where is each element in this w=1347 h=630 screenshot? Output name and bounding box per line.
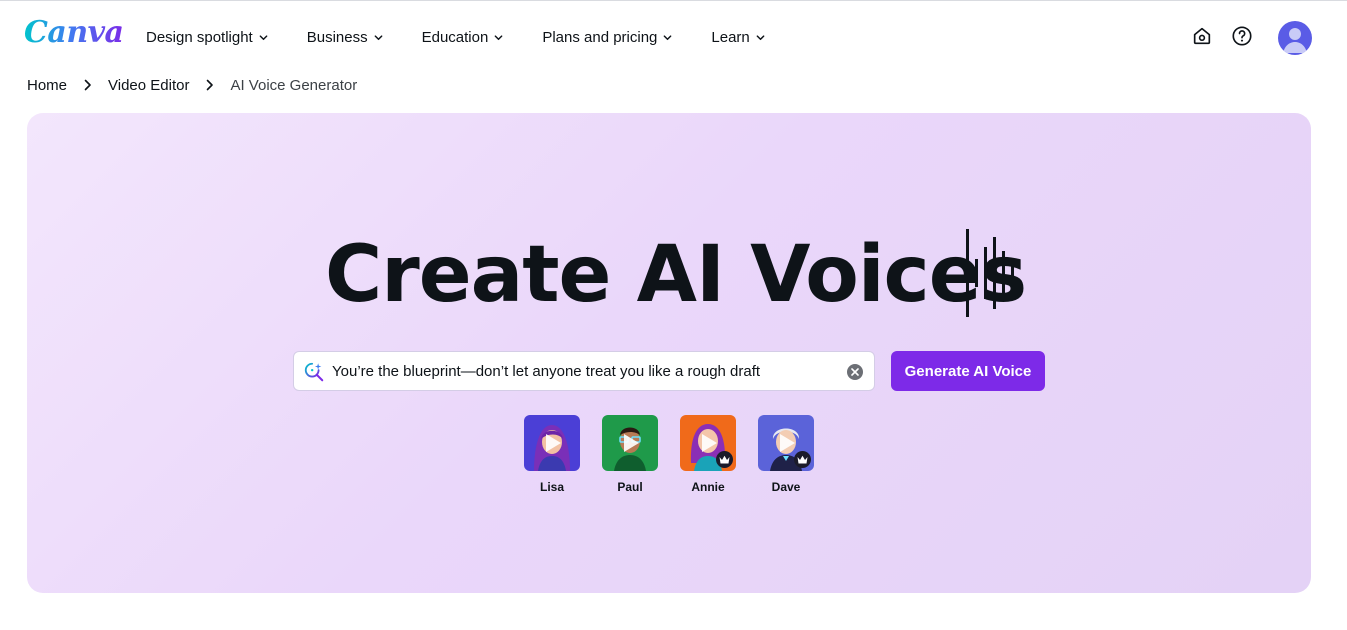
breadcrumb-current: AI Voice Generator <box>230 76 358 94</box>
sparkle-search-icon <box>304 362 324 382</box>
hero-section: Create AI Voices Generate AI Voice <box>27 113 1311 593</box>
chevron-down-icon <box>756 34 765 40</box>
play-icon <box>546 434 561 452</box>
nav-plans-and-pricing[interactable]: Plans and pricing <box>534 23 680 51</box>
premium-crown-icon <box>794 451 811 468</box>
chevron-down-icon <box>664 34 672 40</box>
play-icon <box>624 434 639 452</box>
hero-title: Create AI Voices <box>325 230 1027 320</box>
voice-name: Annie <box>691 480 725 494</box>
sound-wave-icon <box>966 229 1014 317</box>
nav-design-spotlight[interactable]: Design spotlight <box>138 23 276 51</box>
breadcrumb-video-editor[interactable]: Video Editor <box>108 77 189 94</box>
voice-thumbnail <box>680 415 736 471</box>
chevron-right-icon <box>207 79 214 91</box>
nav-label: Design spotlight <box>146 28 253 46</box>
canva-logo[interactable]: Canva <box>24 15 124 55</box>
voice-thumbnail <box>524 415 580 471</box>
premium-crown-icon <box>716 451 733 468</box>
voice-name: Paul <box>617 480 643 494</box>
user-icon <box>1283 28 1307 53</box>
nav-learn[interactable]: Learn <box>703 23 772 51</box>
nav-business[interactable]: Business <box>299 23 391 51</box>
chevron-down-icon <box>494 34 503 40</box>
voice-text-field <box>293 351 875 391</box>
voice-text-input[interactable] <box>332 360 832 382</box>
breadcrumb-home[interactable]: Home <box>27 77 67 94</box>
chevron-right-icon <box>84 79 91 91</box>
nav-label: Business <box>306 28 368 46</box>
voice-thumbnail <box>758 415 814 471</box>
breadcrumb: Home Video Editor AI Voice Generator <box>27 75 357 95</box>
play-icon <box>780 434 795 452</box>
chevron-down-icon <box>374 34 382 40</box>
voice-option-dave[interactable]: Dave <box>758 415 814 494</box>
nav-education[interactable]: Education <box>414 23 512 51</box>
nav-label: Education <box>421 28 489 46</box>
voice-option-annie[interactable]: Annie <box>680 415 736 494</box>
voice-thumbnail <box>602 415 658 471</box>
voice-option-paul[interactable]: Paul <box>602 415 658 494</box>
close-icon <box>851 368 859 376</box>
help-icon[interactable] <box>1230 24 1254 48</box>
voice-name: Dave <box>771 480 801 494</box>
avatar[interactable] <box>1278 21 1312 55</box>
voice-list: Lisa Paul Annie Dave <box>524 415 836 494</box>
generate-ai-voice-button[interactable]: Generate AI Voice <box>891 351 1045 391</box>
nav-label: Learn <box>711 28 750 46</box>
nav-label: Plans and pricing <box>542 28 658 46</box>
clear-text-button[interactable] <box>847 364 863 380</box>
home-icon[interactable] <box>1190 24 1214 48</box>
voice-option-lisa[interactable]: Lisa <box>524 415 580 494</box>
chevron-down-icon <box>259 34 268 40</box>
main-nav: Design spotlight Business Education Plan… <box>138 23 796 51</box>
play-icon <box>702 434 717 452</box>
site-header: Canva Design spotlight Business Educatio… <box>0 1 1347 73</box>
voice-name: Lisa <box>539 480 564 494</box>
